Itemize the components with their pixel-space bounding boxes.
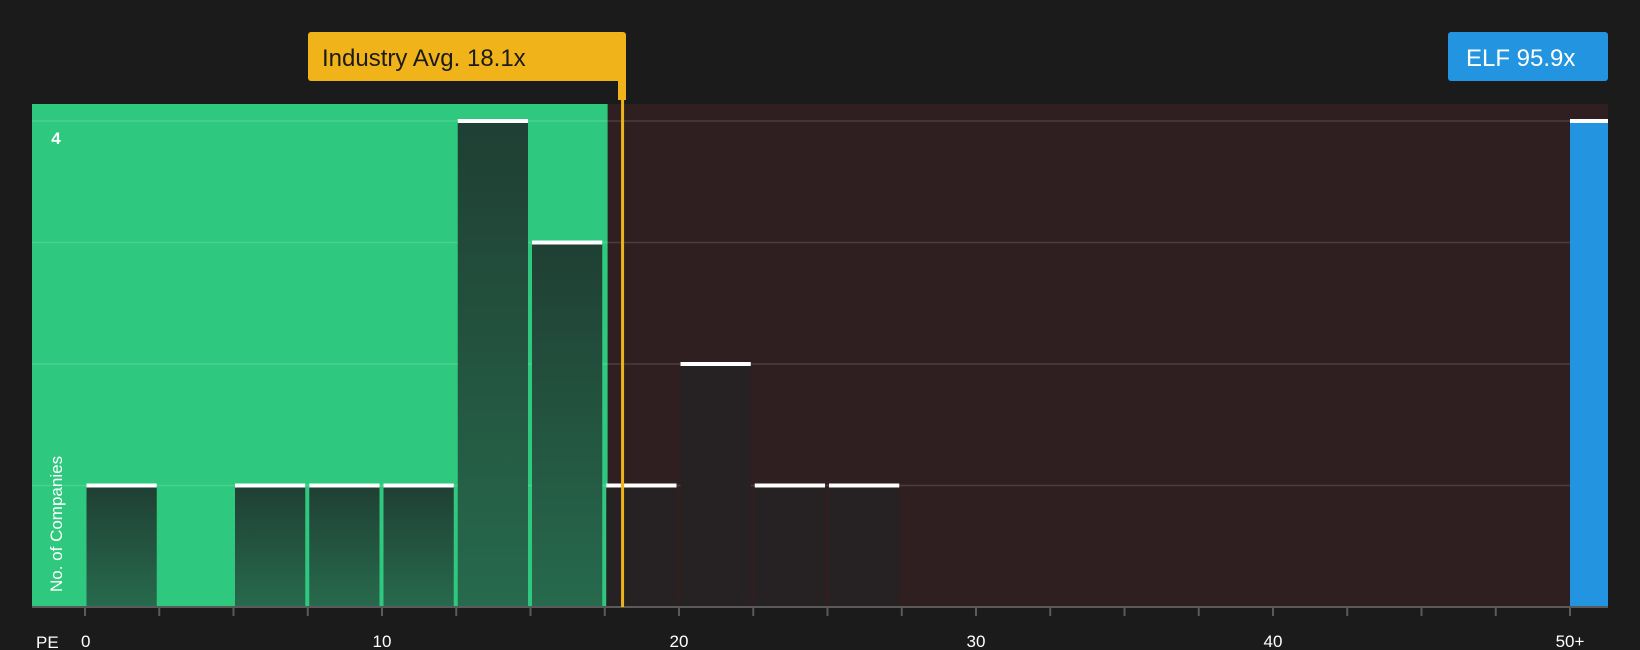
histogram-bar: [754, 485, 825, 607]
histogram-bar: [457, 121, 528, 607]
bar-top-cap: [829, 483, 900, 488]
histogram-bar: [86, 485, 157, 607]
histogram-bar: [829, 485, 900, 607]
x-tick-label: 50+: [1556, 632, 1585, 650]
elf-bar: [1570, 121, 1608, 607]
histogram-bar: [532, 242, 603, 607]
bar-top-cap: [754, 483, 825, 488]
y-axis-label: No. of Companies: [47, 456, 66, 592]
x-tick-label: 20: [670, 632, 689, 650]
bar-top-cap: [86, 483, 157, 488]
bar-top-cap: [606, 483, 677, 488]
bar-top-cap: [383, 483, 454, 488]
elf-badge: ELF 95.9x: [1448, 32, 1608, 81]
x-tick-label: 40: [1264, 632, 1283, 650]
histogram-bar: [309, 485, 380, 607]
bar-top-cap: [309, 483, 380, 488]
elf-label: ELF 95.9x: [1466, 45, 1575, 72]
y-tick-label: 4: [51, 129, 61, 148]
industry-avg-label: Industry Avg. 18.1x: [322, 45, 526, 72]
elf-bar-top-cap: [1570, 119, 1608, 123]
bar-top-cap: [532, 240, 603, 245]
bar-top-cap: [235, 483, 306, 488]
bar-top-cap: [680, 362, 751, 366]
industry-avg-badge: Industry Avg. 18.1x: [308, 32, 626, 100]
x-axis-label: PE: [36, 633, 59, 650]
pe-distribution-chart: 0 10 20 30 40 50+ 4 No. of Companies PE Indus…: [32, 32, 1608, 650]
bar-top-cap: [457, 119, 528, 123]
x-axis-ticks: 0 10 20 30 40 50+: [81, 607, 1584, 650]
x-tick-label: 30: [967, 632, 986, 650]
histogram-bar: [235, 485, 306, 607]
histogram-bar: [680, 364, 751, 607]
x-tick-label: 10: [373, 632, 392, 650]
histogram-bar: [606, 485, 677, 607]
histogram-bar: [383, 485, 454, 607]
x-tick-label: 0: [81, 632, 90, 650]
